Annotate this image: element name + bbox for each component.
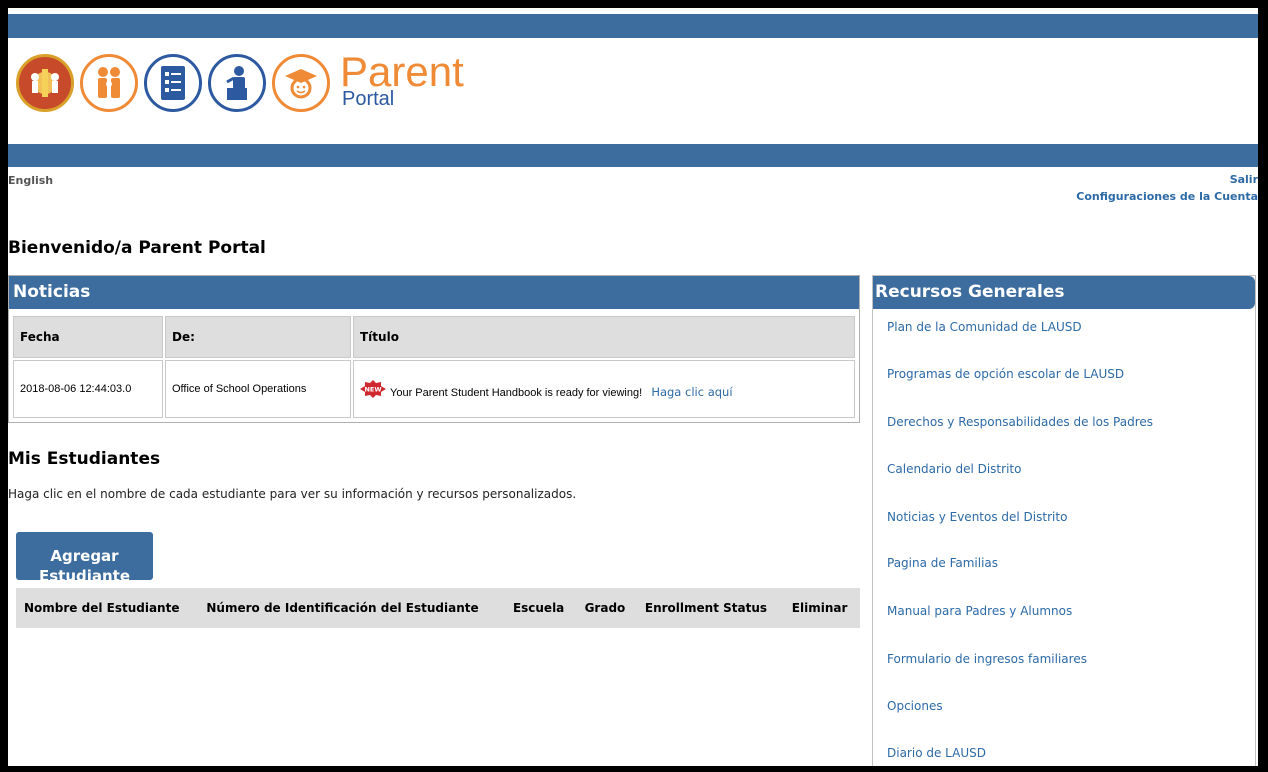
students-description: Haga clic en el nombre de cada estudiant…	[8, 487, 577, 501]
browser-page: Parent Portal English Salir Configuracio…	[8, 8, 1258, 766]
top-header-bar	[8, 14, 1258, 38]
graduate-icon	[272, 54, 330, 112]
portal-wordmark: Parent Portal	[340, 51, 464, 110]
column-header-enrollment-status: Enrollment Status	[636, 588, 784, 628]
news-message: Your Parent Student Handbook is ready fo…	[390, 386, 643, 399]
resource-link-options[interactable]: Opciones	[887, 699, 943, 713]
add-student-label: Agregar Estudiante	[38, 547, 131, 580]
news-header-row: Fecha De: Título	[13, 316, 855, 358]
lausd-seal-icon	[16, 54, 74, 112]
news-panel-title: Noticias	[9, 276, 859, 309]
teacher-icon	[208, 54, 266, 112]
news-title-cell: NEW Your Parent Student Handbook is read…	[353, 360, 855, 418]
news-click-here-link[interactable]: Haga clic aquí	[651, 385, 732, 399]
news-date: 2018-08-06 12:44:03.0	[13, 360, 163, 418]
resource-link-district-calendar[interactable]: Calendario del Distrito	[887, 462, 1021, 476]
column-header-school: Escuela	[504, 588, 577, 628]
column-header-grade: Grado	[576, 588, 637, 628]
news-panel: Noticias Fecha De: Título 2018-08-06 12:…	[8, 275, 860, 423]
resource-link-parent-rights[interactable]: Derechos y Responsabilidades de los Padr…	[887, 415, 1153, 429]
column-header-from: De:	[165, 316, 351, 358]
sub-header-bar	[8, 144, 1258, 167]
account-settings-link[interactable]: Configuraciones de la Cuenta	[1076, 188, 1258, 205]
parent-portal-logo[interactable]: Parent Portal	[16, 48, 464, 118]
add-student-button[interactable]: Agregar Estudiante	[16, 532, 153, 580]
column-header-student-name: Nombre del Estudiante	[16, 588, 199, 628]
resource-link-school-choice[interactable]: Programas de opción escolar de LAUSD	[887, 367, 1124, 381]
news-table: Fecha De: Título 2018-08-06 12:44:03.0 O…	[11, 314, 857, 420]
resource-link-families-page[interactable]: Pagina de Familias	[887, 556, 998, 570]
new-badge-label: NEW	[364, 385, 381, 393]
table-row: 2018-08-06 12:44:03.0 Office of School O…	[13, 360, 855, 418]
new-badge-icon: NEW	[360, 379, 386, 398]
resource-link-lausd-daily[interactable]: Diario de LAUSD	[887, 746, 986, 760]
language-link[interactable]: English	[8, 174, 53, 187]
column-header-date: Fecha	[13, 316, 163, 358]
wordmark-parent: Parent	[340, 48, 464, 95]
column-header-delete: Eliminar	[783, 588, 860, 628]
resource-link-income-form[interactable]: Formulario de ingresos familiares	[887, 652, 1087, 666]
resource-link-district-news[interactable]: Noticias y Eventos del Distrito	[887, 510, 1067, 524]
page-title: Bienvenido/a Parent Portal	[8, 238, 266, 258]
logout-link[interactable]: Salir	[1076, 171, 1258, 188]
resource-link-handbook[interactable]: Manual para Padres y Alumnos	[887, 604, 1072, 618]
students-heading: Mis Estudiantes	[8, 449, 161, 469]
column-header-student-id: Número de Identificación del Estudiante	[198, 588, 505, 628]
family-icon	[80, 54, 138, 112]
news-from: Office of School Operations	[165, 360, 351, 418]
document-icon	[144, 54, 202, 112]
students-table: Nombre del Estudiante Número de Identifi…	[16, 588, 860, 628]
general-resources-panel: Recursos Generales Plan de la Comunidad …	[872, 275, 1256, 766]
students-header-row: Nombre del Estudiante Número de Identifi…	[16, 588, 860, 628]
account-links: Salir Configuraciones de la Cuenta	[1076, 171, 1258, 205]
resource-link-community-plan[interactable]: Plan de la Comunidad de LAUSD	[887, 320, 1082, 334]
general-resources-title: Recursos Generales	[873, 276, 1255, 309]
column-header-title: Título	[353, 316, 855, 358]
